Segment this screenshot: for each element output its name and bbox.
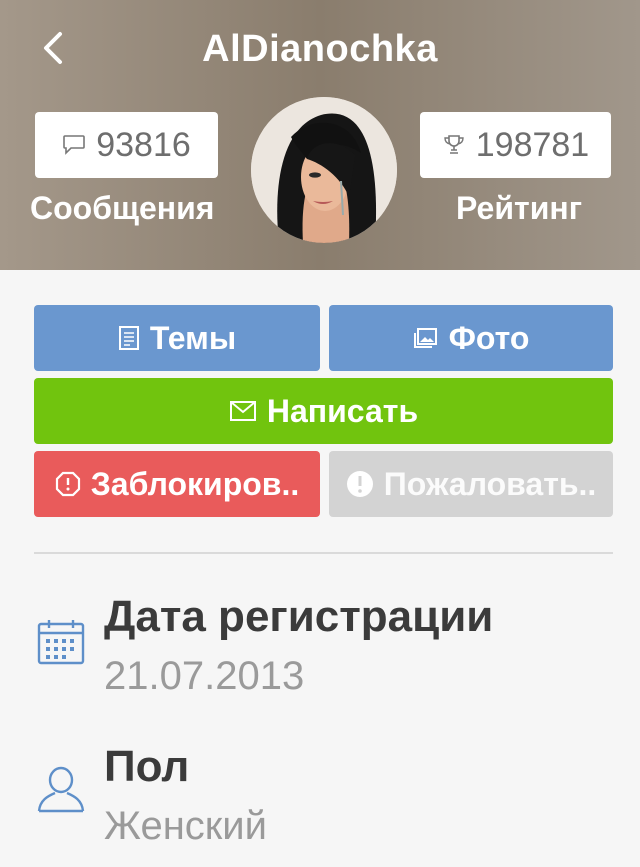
exclamation-icon: [346, 471, 373, 497]
document-icon: [118, 326, 139, 350]
write-button[interactable]: Написать: [34, 378, 613, 444]
rating-count-box[interactable]: 198781: [420, 112, 611, 178]
report-button[interactable]: Пожаловать..: [329, 451, 613, 517]
avatar: [251, 97, 397, 243]
registration-date-label: Дата регистрации: [104, 592, 494, 641]
gender-value: Женский: [104, 804, 267, 848]
person-icon: [37, 766, 85, 813]
report-button-label: Пожаловать..: [383, 465, 597, 502]
image-icon: [413, 328, 437, 348]
topics-button[interactable]: Темы: [34, 305, 320, 371]
registration-date-value: 21.07.2013: [104, 654, 305, 698]
messages-count-box[interactable]: 93816: [35, 112, 218, 178]
write-button-label: Написать: [266, 392, 419, 429]
photo-button[interactable]: Фото: [329, 305, 613, 371]
photo-button-label: Фото: [448, 319, 530, 356]
rating-count: 198781: [475, 125, 590, 164]
block-button-label: Заблокиров..: [90, 465, 300, 502]
messages-label: Сообщения: [30, 190, 215, 226]
messages-count: 93816: [96, 125, 191, 164]
block-button[interactable]: Заблокиров..: [34, 451, 320, 517]
trophy-icon: [444, 135, 464, 154]
gender-label: Пол: [104, 742, 190, 791]
calendar-icon: [37, 620, 85, 665]
topics-button-label: Темы: [149, 319, 237, 356]
divider: [34, 552, 613, 554]
rating-label: Рейтинг: [456, 190, 583, 226]
octagon-block-icon: [55, 471, 80, 497]
page-title: AlDianochka: [202, 28, 438, 70]
profile-header: AlDianochka 93816 Сообщения 198781 Рейти…: [0, 0, 640, 270]
speech-bubble-icon: [63, 135, 86, 155]
envelope-icon: [229, 401, 256, 421]
